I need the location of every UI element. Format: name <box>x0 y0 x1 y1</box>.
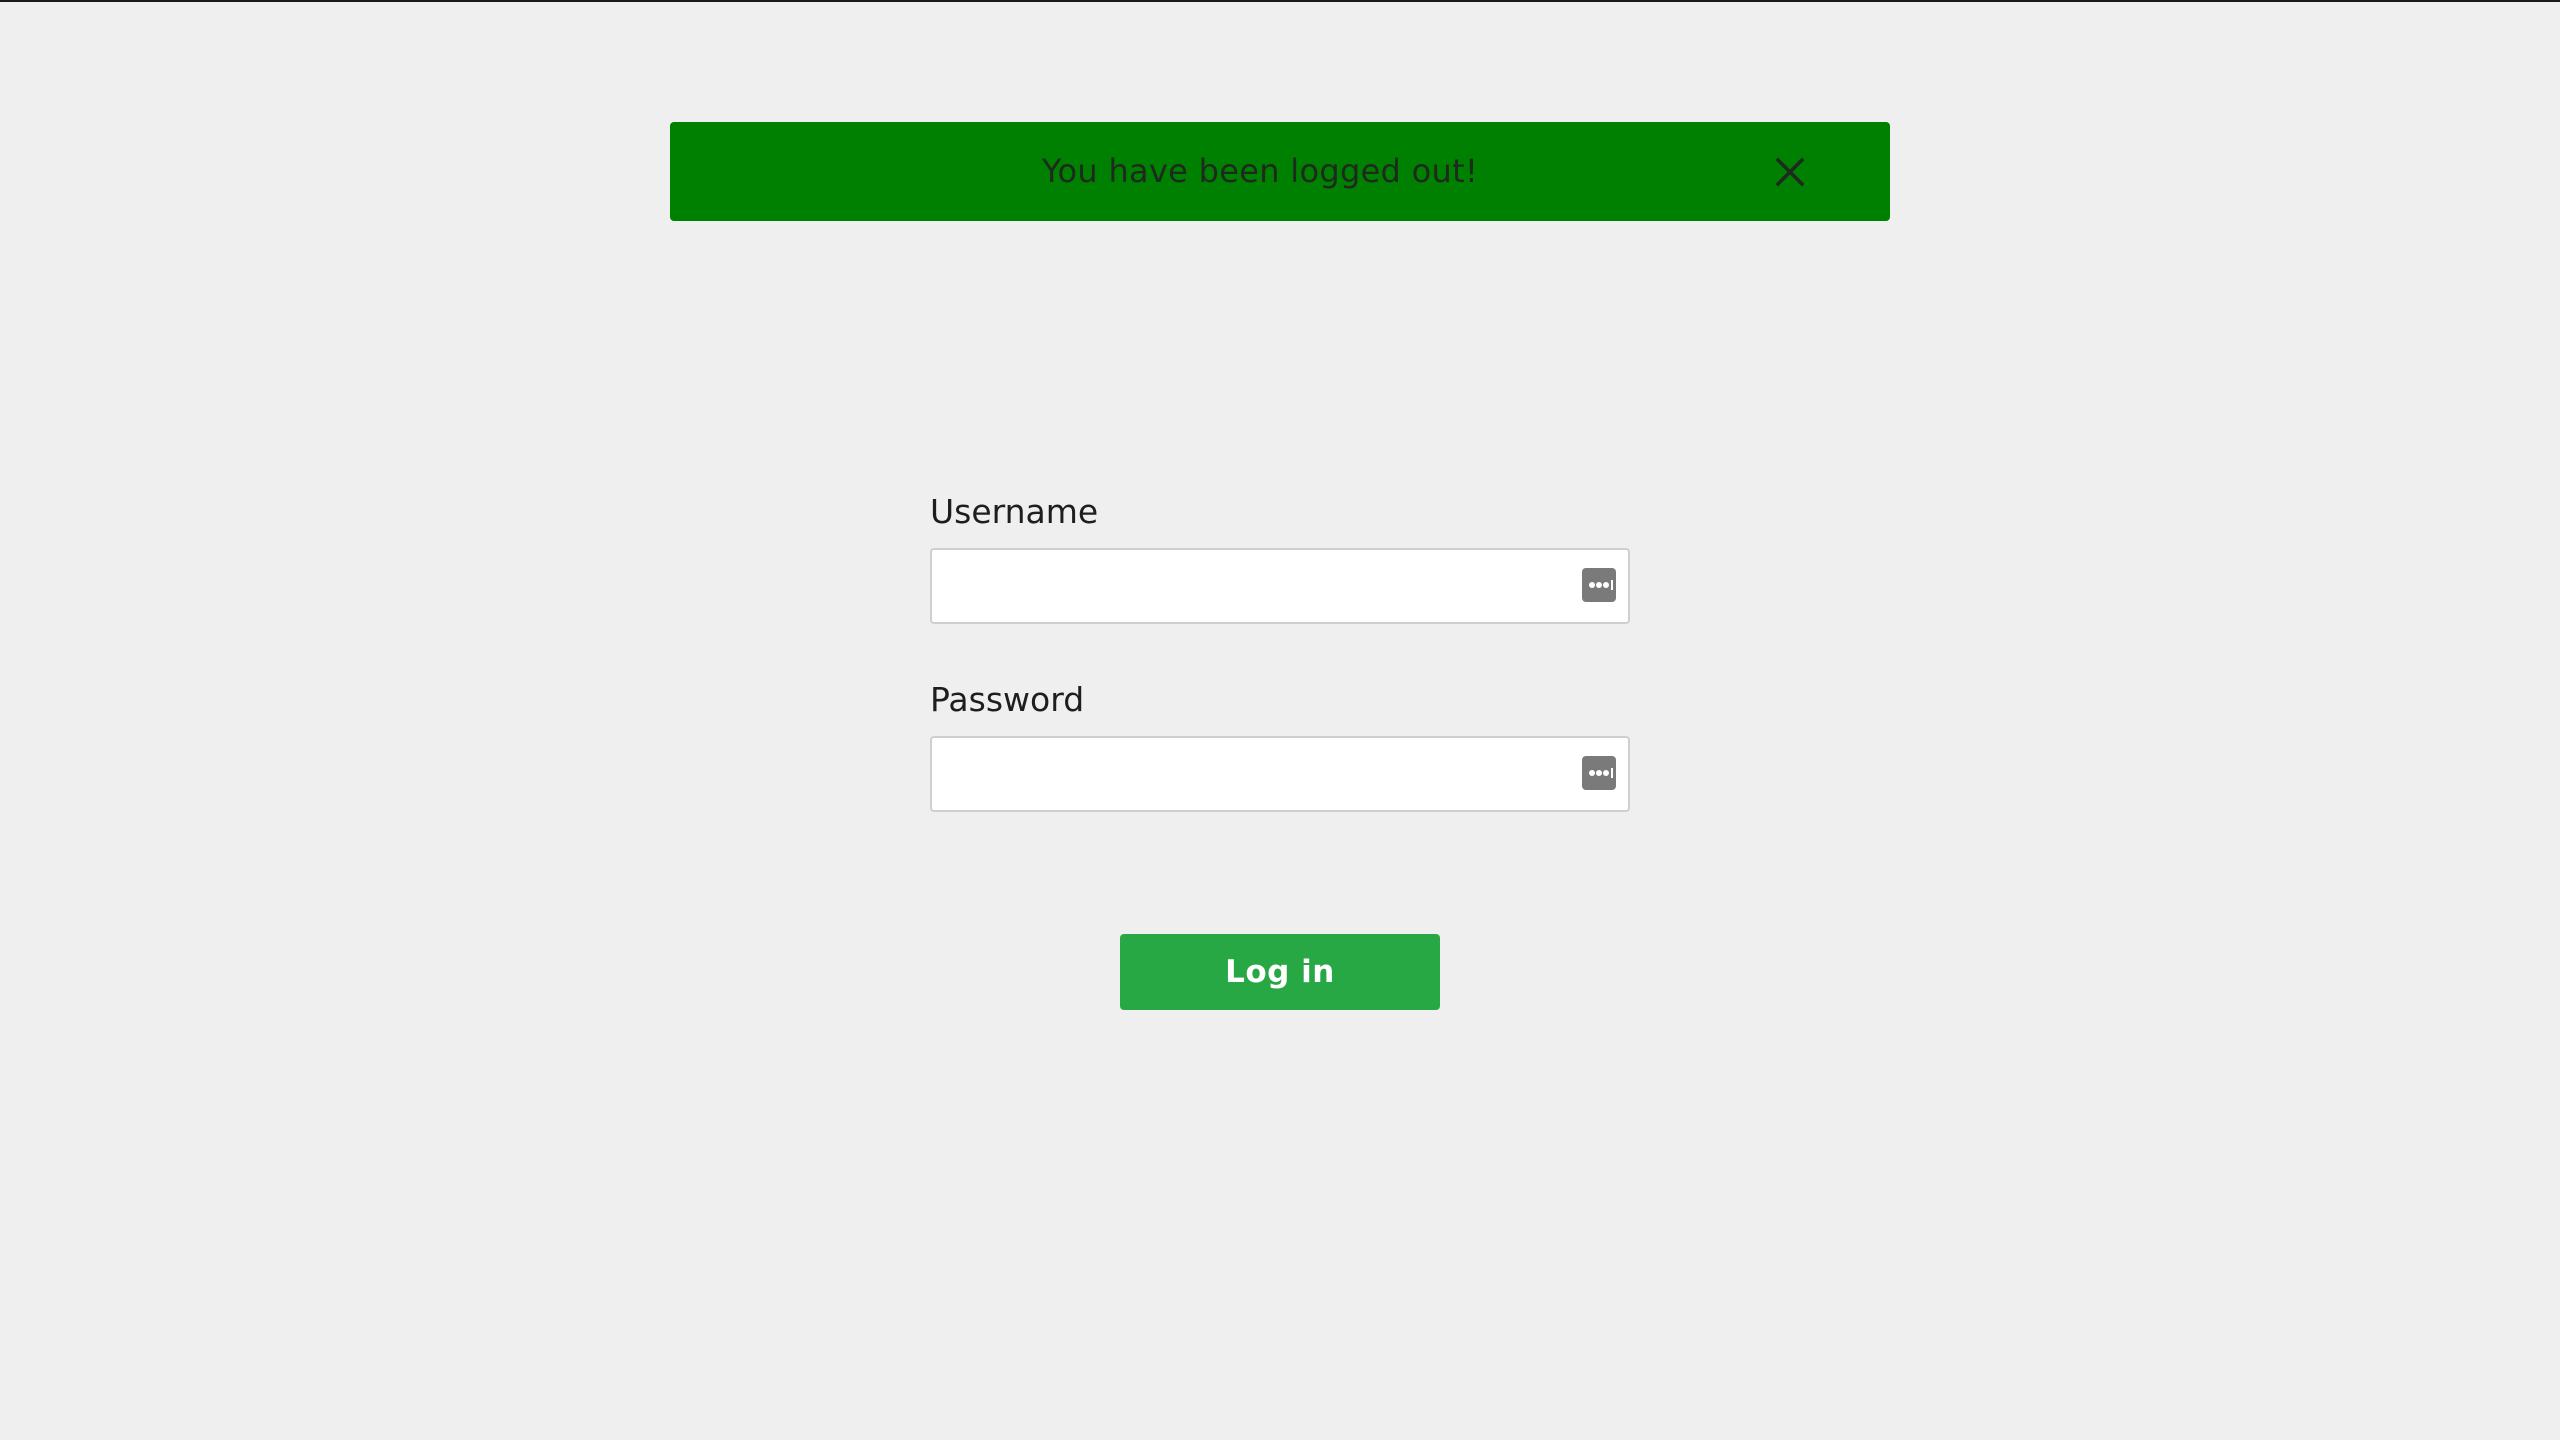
alert-message: You have been logged out! <box>1041 152 1479 190</box>
username-input[interactable] <box>930 548 1630 624</box>
password-field-wrapper <box>930 736 1630 812</box>
login-button[interactable]: Log in <box>1120 934 1440 1010</box>
password-label: Password <box>930 680 1085 719</box>
close-icon[interactable] <box>1772 154 1808 190</box>
top-border <box>0 0 2560 2</box>
username-label: Username <box>930 492 1099 531</box>
password-manager-icon[interactable] <box>1582 568 1616 602</box>
password-input[interactable] <box>930 736 1630 812</box>
logout-alert: You have been logged out! <box>670 122 1890 221</box>
username-field-wrapper <box>930 548 1630 624</box>
login-form: Username Password <box>930 490 1630 812</box>
password-manager-icon[interactable] <box>1582 756 1616 790</box>
